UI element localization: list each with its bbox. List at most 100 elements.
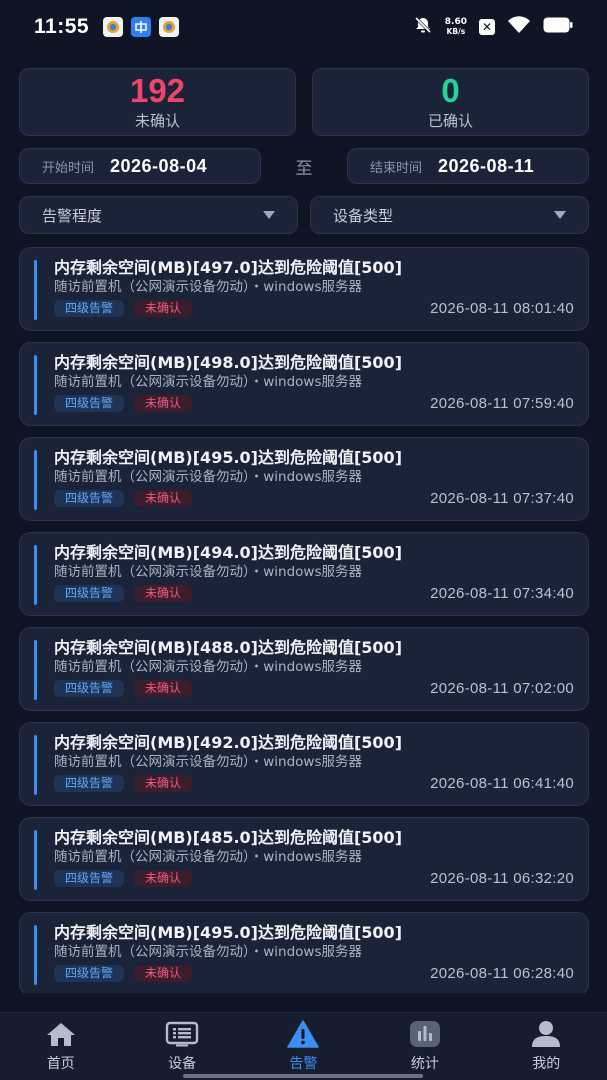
- alert-title: 内存剩余空间(MB)[495.0]达到危险阈值[500]: [54, 923, 403, 942]
- alert-time: 2026-08-11 06:28:40: [430, 965, 574, 982]
- alert-time: 2026-08-11 07:37:40: [430, 490, 574, 507]
- alert-status-badge: 未确认: [134, 680, 193, 697]
- unconfirmed-label: 未确认: [134, 111, 180, 130]
- alert-source: 随访前置机（公网演示设备勿动）・windows服务器: [54, 279, 363, 295]
- alert-item[interactable]: 内存剩余空间(MB)[495.0]达到危险阈值[500] 随访前置机（公网演示设…: [19, 437, 589, 521]
- alert-time: 2026-08-11 07:59:40: [430, 395, 574, 412]
- nav-alert-label: 告警: [289, 1056, 318, 1072]
- date-separator: 至: [295, 158, 313, 179]
- alert-level-badge: 四级告警: [54, 680, 125, 697]
- alert-level-badge: 四级告警: [54, 775, 125, 792]
- alert-time: 2026-08-11 08:01:40: [430, 300, 574, 317]
- zhong-app-icon: [131, 17, 152, 37]
- home-icon: [44, 1020, 78, 1048]
- status-time: 11:55: [34, 15, 90, 38]
- nav-profile[interactable]: 我的: [501, 1020, 591, 1073]
- alert-title: 内存剩余空间(MB)[492.0]达到危险阈值[500]: [54, 733, 403, 752]
- status-bar: 11:55 8.60 KB/s ✕: [0, 0, 607, 54]
- nav-home[interactable]: 首页: [16, 1020, 106, 1073]
- shield-app-icon: [103, 17, 124, 37]
- start-date-label: 开始时间: [42, 160, 95, 176]
- nav-device-label: 设备: [168, 1056, 197, 1072]
- alert-accent-bar: [34, 830, 37, 890]
- wifi-icon: [507, 16, 531, 38]
- device-icon: [165, 1020, 199, 1048]
- x-box-icon: ✕: [479, 19, 495, 35]
- alert-item[interactable]: 内存剩余空间(MB)[488.0]达到危险阈值[500] 随访前置机（公网演示设…: [19, 627, 589, 711]
- alert-item[interactable]: 内存剩余空间(MB)[494.0]达到危险阈值[500] 随访前置机（公网演示设…: [19, 532, 589, 616]
- alert-level-badge: 四级告警: [54, 585, 125, 602]
- alert-time: 2026-08-11 07:02:00: [430, 680, 574, 697]
- stats-icon: [408, 1020, 442, 1048]
- alert-level-badge: 四级告警: [54, 395, 125, 412]
- nav-home-label: 首页: [46, 1056, 75, 1072]
- confirmed-card[interactable]: 0 已确认: [312, 68, 589, 136]
- alert-source: 随访前置机（公网演示设备勿动）・windows服务器: [54, 754, 363, 770]
- alert-title: 内存剩余空间(MB)[485.0]达到危险阈值[500]: [54, 828, 403, 847]
- alert-source: 随访前置机（公网演示设备勿动）・windows服务器: [54, 564, 363, 580]
- filters: 告警程度 设备类型: [19, 196, 589, 234]
- alert-accent-bar: [34, 640, 37, 700]
- alert-level-badge: 四级告警: [54, 870, 125, 887]
- severity-dropdown[interactable]: 告警程度: [19, 196, 298, 234]
- nav-device[interactable]: 设备: [137, 1020, 227, 1073]
- alert-title: 内存剩余空间(MB)[494.0]达到危险阈值[500]: [54, 543, 403, 562]
- alert-item[interactable]: 内存剩余空间(MB)[498.0]达到危险阈值[500] 随访前置机（公网演示设…: [19, 342, 589, 426]
- mute-icon: [413, 15, 433, 39]
- alert-item[interactable]: 内存剩余空间(MB)[497.0]达到危险阈值[500] 随访前置机（公网演示设…: [19, 247, 589, 331]
- speed-unit: KB/s: [446, 27, 466, 36]
- unconfirmed-card[interactable]: 192 未确认: [19, 68, 296, 136]
- device-type-label: 设备类型: [333, 206, 394, 225]
- alert-accent-bar: [34, 545, 37, 605]
- nav-alert[interactable]: 告警: [258, 1020, 348, 1073]
- caret-down-icon: [263, 211, 275, 219]
- alert-accent-bar: [34, 450, 37, 510]
- alert-title: 内存剩余空间(MB)[488.0]达到危险阈值[500]: [54, 638, 403, 657]
- device-type-dropdown[interactable]: 设备类型: [310, 196, 589, 234]
- home-indicator[interactable]: [183, 1074, 423, 1078]
- nav-profile-label: 我的: [532, 1056, 561, 1072]
- alert-level-badge: 四级告警: [54, 965, 125, 982]
- alert-title: 内存剩余空间(MB)[498.0]达到危险阈值[500]: [54, 353, 403, 372]
- alert-source: 随访前置机（公网演示设备勿动）・windows服务器: [54, 374, 363, 390]
- browser-app-icon: [159, 17, 180, 37]
- confirmed-count: 0: [441, 71, 460, 109]
- alert-title: 内存剩余空间(MB)[495.0]达到危险阈值[500]: [54, 448, 403, 467]
- alert-item[interactable]: 内存剩余空间(MB)[492.0]达到危险阈值[500] 随访前置机（公网演示设…: [19, 722, 589, 806]
- alert-item[interactable]: 内存剩余空间(MB)[495.0]达到危险阈值[500] 随访前置机（公网演示设…: [19, 912, 589, 993]
- alert-status-badge: 未确认: [134, 775, 193, 792]
- profile-icon: [529, 1020, 563, 1048]
- alert-status-badge: 未确认: [134, 395, 193, 412]
- alert-status-badge: 未确认: [134, 585, 193, 602]
- date-range: 开始时间 2026-08-04 至 结束时间 2026-08-11: [19, 148, 589, 184]
- alert-status-badge: 未确认: [134, 870, 193, 887]
- alert-time: 2026-08-11 06:41:40: [430, 775, 574, 792]
- unconfirmed-count: 192: [129, 71, 186, 109]
- alert-source: 随访前置机（公网演示设备勿动）・windows服务器: [54, 849, 363, 865]
- alert-level-badge: 四级告警: [54, 490, 125, 507]
- confirmed-label: 已确认: [427, 111, 473, 130]
- speed-value: 8.60: [444, 17, 467, 27]
- battery-icon: [543, 17, 573, 37]
- alert-source: 随访前置机（公网演示设备勿动）・windows服务器: [54, 659, 363, 675]
- end-date-picker[interactable]: 结束时间 2026-08-11: [347, 148, 589, 184]
- nav-stats-label: 统计: [410, 1056, 439, 1072]
- start-date-picker[interactable]: 开始时间 2026-08-04: [19, 148, 261, 184]
- network-speed: 8.60 KB/s: [444, 17, 467, 37]
- bottom-nav: 首页 设备 告警 统计 我的: [0, 1012, 607, 1080]
- alert-status-badge: 未确认: [134, 490, 193, 507]
- alert-source: 随访前置机（公网演示设备勿动）・windows服务器: [54, 469, 363, 485]
- alert-icon: [286, 1020, 320, 1048]
- alert-title: 内存剩余空间(MB)[497.0]达到危险阈值[500]: [54, 258, 403, 277]
- alert-item[interactable]: 内存剩余空间(MB)[485.0]达到危险阈值[500] 随访前置机（公网演示设…: [19, 817, 589, 901]
- alert-list[interactable]: 内存剩余空间(MB)[497.0]达到危险阈值[500] 随访前置机（公网演示设…: [19, 247, 589, 993]
- caret-down-icon: [554, 211, 566, 219]
- alert-time: 2026-08-11 06:32:20: [430, 870, 574, 887]
- alert-status-badge: 未确认: [134, 300, 193, 317]
- nav-stats[interactable]: 统计: [380, 1020, 470, 1073]
- start-date-value: 2026-08-04: [110, 155, 208, 176]
- alert-source: 随访前置机（公网演示设备勿动）・windows服务器: [54, 944, 363, 960]
- alert-accent-bar: [34, 925, 37, 985]
- alert-accent-bar: [34, 260, 37, 320]
- alert-level-badge: 四级告警: [54, 300, 125, 317]
